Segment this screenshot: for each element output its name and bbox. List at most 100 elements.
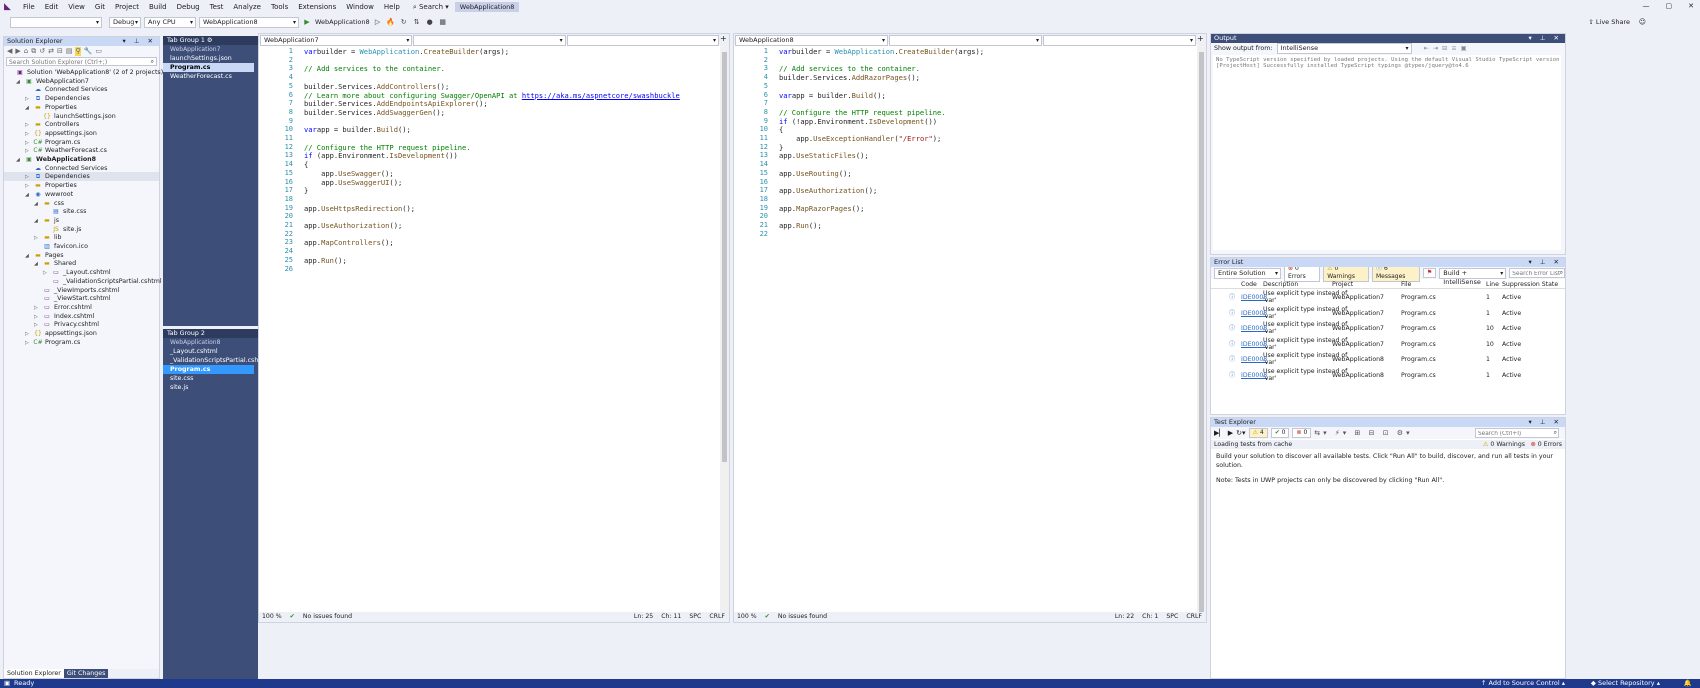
tree-item[interactable]: ▷ ▭ Privacy.cshtml [4, 320, 159, 329]
error-row[interactable]: ⓘ IDE0008 Use explicit type instead of WebA… [1211, 290, 1565, 306]
test-errors[interactable]: ⊗ 0 Errors [1531, 440, 1562, 449]
preview-icon[interactable]: ▭ [95, 47, 102, 56]
expand-arrow-icon[interactable]: ▷ [25, 339, 33, 348]
tests-total-filter[interactable]: ⚠ 4 [1248, 428, 1268, 438]
filter-toggle-icon[interactable]: ⚑ [1422, 268, 1437, 278]
add-to-source-control[interactable]: ↑ Add to Source Control ▴ [1481, 679, 1565, 688]
code-line[interactable]: app.UseHttpsRedirection(); [304, 204, 415, 213]
tree-item[interactable]: ◢ ▬ Properties [4, 103, 159, 112]
editor-left-eol[interactable]: CRLF [709, 612, 725, 622]
panel-pin-icons[interactable]: ▾ ⊥ ✕ [1528, 418, 1562, 427]
tree-item[interactable]: ▷ ▬ Controllers [4, 120, 159, 129]
editor-right-project-select[interactable]: WebApplication8 [735, 35, 888, 46]
start-without-debug-icon[interactable]: ▷ [373, 17, 383, 27]
tab-solution-explorer[interactable]: Solution Explorer [4, 669, 64, 678]
test-search-input[interactable] [1476, 430, 1548, 438]
code-line[interactable]: app.UseSwaggerUI(); [304, 178, 402, 187]
code-line[interactable]: // Learn more about configuring Swagger/… [304, 91, 680, 100]
tab-item[interactable]: WeatherForecast.cs [163, 72, 258, 81]
tab-item[interactable]: Program.cs [163, 365, 254, 374]
layout-icon[interactable]: ▦ [438, 17, 448, 27]
solution-search-box[interactable]: ⌕ [6, 57, 157, 66]
tree-item[interactable]: ◢ ▬ js [4, 216, 159, 225]
col-suppression[interactable]: Suppression State [1502, 280, 1558, 289]
editor-left-split-icon[interactable]: + [720, 35, 728, 43]
tree-item[interactable]: ▭ _ViewStart.cshtml [4, 294, 159, 303]
solution-search-input[interactable] [7, 59, 147, 66]
run-button-label[interactable]: WebApplication8 [315, 18, 370, 26]
platform-select[interactable]: Any CPU [144, 16, 196, 28]
code-line[interactable]: { [304, 160, 308, 169]
tree-item[interactable]: ▭ _ViewImports.cshtml [4, 286, 159, 295]
editor-right-scroll-thumb[interactable] [1199, 52, 1204, 612]
code-line[interactable]: // Add services to the container. [779, 64, 920, 73]
panel-pin-icons[interactable]: ▾ ⊥ ✕ [1528, 34, 1562, 43]
menu-tools[interactable]: Tools [271, 3, 288, 11]
col-code[interactable]: Code [1241, 280, 1257, 289]
tree-item[interactable]: ▷ ▭ Index.cshtml [4, 312, 159, 321]
code-line[interactable]: } [304, 186, 308, 195]
tree-item[interactable]: JS site.js [4, 225, 159, 234]
show-all-files-icon[interactable]: ▤ [66, 47, 73, 56]
switch-views-icon[interactable]: ⧉ [31, 47, 36, 56]
output-source-select[interactable]: IntelliSense [1276, 43, 1412, 54]
tab-item[interactable]: _ValidationScriptsPartial.cshtml [163, 356, 269, 365]
code-line[interactable]: if (!app.Environment.IsDevelopment()) [779, 117, 937, 126]
col-file[interactable]: File [1401, 280, 1411, 289]
tab-item[interactable]: site.js [163, 383, 258, 392]
tree-item[interactable]: ◢ ▣ WebApplication7 [4, 77, 159, 86]
menu-file[interactable]: File [23, 3, 35, 11]
col-project[interactable]: Project [1332, 280, 1353, 289]
tree-item[interactable]: ◢ ▬ Shared [4, 259, 159, 268]
tree-item[interactable]: ▷ ▭ _Layout.cshtml [4, 268, 159, 277]
editor-right-member-select[interactable] [1043, 35, 1196, 46]
editor-right[interactable]: WebApplication8 + 1varbuilder = WebAppli… [733, 33, 1207, 623]
editor-left[interactable]: WebApplication7 + 1varbuilder = WebAppli… [258, 33, 730, 623]
tab-item[interactable]: launchSettings.json [163, 54, 258, 63]
code-line[interactable]: app.Run(); [779, 221, 822, 230]
sync-icon[interactable]: ⇄ [48, 47, 54, 56]
tree-item[interactable]: ▷ C# WeatherForecast.cs [4, 146, 159, 155]
code-line[interactable]: varapp = builder.Build(); [304, 125, 411, 134]
run-icon[interactable]: ▶ [302, 17, 312, 27]
filter-icon[interactable]: ⚲ [75, 47, 81, 56]
code-line[interactable]: app.UseAuthorization(); [779, 186, 877, 195]
close-icon[interactable]: ✕ [1688, 2, 1694, 10]
editor-left-issues[interactable]: No issues found [303, 612, 352, 622]
tree-item[interactable]: ▷{} appsettings.json [4, 329, 159, 338]
toolbar-empty-combo[interactable] [10, 16, 102, 28]
editor-left-type-select[interactable] [413, 35, 566, 46]
editor-left-spc[interactable]: SPC [689, 612, 701, 622]
test-search-box[interactable]: ⌕ [1475, 428, 1559, 438]
code-line[interactable]: varapp = builder.Build(); [779, 91, 886, 100]
tree-item[interactable]: ☁ Connected Services [4, 85, 159, 94]
test-warnings[interactable]: ⚠ 0 Warnings [1483, 440, 1525, 449]
run-all-icon[interactable]: ▶▏ [1214, 429, 1225, 437]
output-tool-icons[interactable]: ⇤⇥⊟≡▣ [1424, 45, 1471, 52]
editor-right-split-icon[interactable]: + [1197, 35, 1205, 43]
tree-item[interactable]: ▷ ▬ lib [4, 233, 159, 242]
tab-item[interactable]: _Layout.cshtml [163, 347, 258, 356]
tests-passed-filter[interactable]: ✔ 0 [1270, 428, 1290, 438]
browser-link-icon[interactable]: ⇅ [412, 17, 422, 27]
tree-item[interactable]: ▷ ⧉ Dependencies [4, 94, 159, 103]
code-line[interactable]: app.Run(); [304, 256, 347, 265]
back-icon[interactable]: ◀ [7, 47, 12, 56]
tab-group-settings-icon[interactable]: ⚙ [207, 37, 213, 44]
menu-git[interactable]: Git [95, 3, 105, 11]
menu-view[interactable]: View [68, 3, 85, 11]
code-line[interactable]: app.MapControllers(); [304, 238, 394, 247]
tab-item[interactable]: site.css [163, 374, 258, 383]
repeat-icon[interactable]: ↻▾ [1236, 429, 1245, 437]
editor-left-member-select[interactable] [566, 35, 719, 46]
code-line[interactable]: // Configure the HTTP request pipeline. [304, 143, 471, 152]
tree-item[interactable]: ▷ C# Program.cs [4, 338, 159, 347]
code-line[interactable]: // Add services to the container. [304, 64, 445, 73]
error-search-input[interactable] [1510, 270, 1561, 278]
tree-item[interactable]: ▭ _ValidationScriptsPartial.cshtml [4, 277, 162, 286]
tree-item[interactable]: ▷ ▭ Error.cshtml [4, 303, 159, 312]
tree-item[interactable]: ▤ site.css [4, 207, 159, 216]
menu-project[interactable]: Project [115, 3, 139, 11]
tree-item[interactable]: ▣ Solution 'WebApplication8' (2 of 2 proj… [4, 68, 163, 77]
tree-item[interactable]: ▷ ▬ Properties [4, 181, 159, 190]
